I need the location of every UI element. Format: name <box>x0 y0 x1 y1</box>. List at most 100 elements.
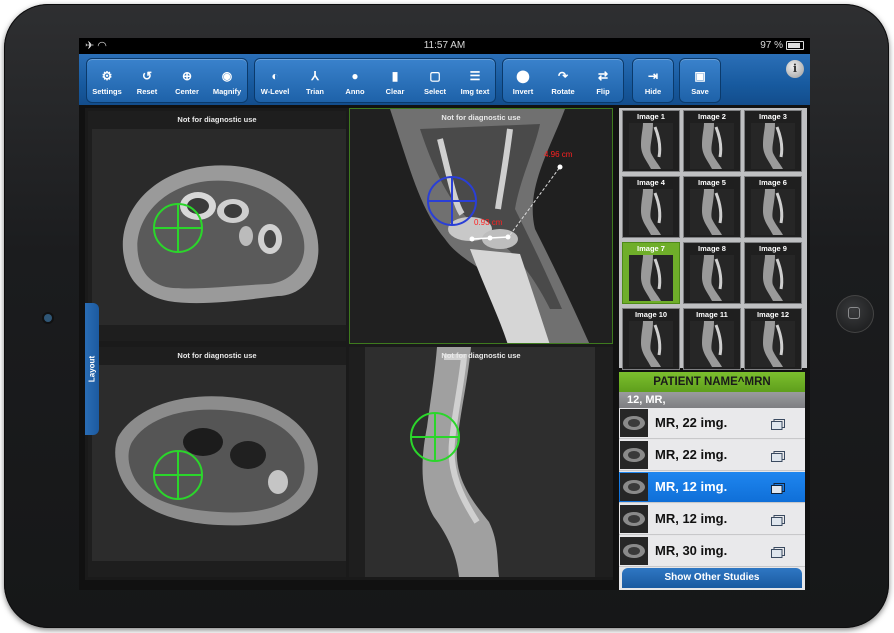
thumbnail-item[interactable]: Image 9 <box>744 242 802 304</box>
thumbnail-item[interactable]: Image 5 <box>683 176 741 238</box>
thumbnail-image <box>751 321 795 367</box>
home-square-icon <box>848 307 860 319</box>
info-button[interactable]: i <box>786 60 804 78</box>
battery-status: 97 % <box>760 40 804 51</box>
study-thumbnail <box>620 505 648 533</box>
thumbnail-item[interactable]: Image 6 <box>744 176 802 238</box>
study-row[interactable]: MR, 22 img. <box>619 408 805 439</box>
thumbnail-label: Image 4 <box>637 178 665 187</box>
invert-button[interactable]: ⬤ Invert <box>503 59 543 102</box>
study-label: MR, 12 img. <box>655 511 728 526</box>
thumbnail-label: Image 1 <box>637 112 665 121</box>
select-square-icon: ▢ <box>429 69 441 83</box>
thumbnail-label: Image 8 <box>698 244 726 253</box>
image-viewer: Not for diagnostic use Not for diagnosti… <box>85 108 613 580</box>
viewport-label: Not for diagnostic use <box>177 351 257 360</box>
viewport-label: Not for diagnostic use <box>441 351 521 360</box>
speech-bubble-icon: ● <box>351 69 359 83</box>
measurement-label-long: 4.96 cm <box>544 150 573 159</box>
thumbnail-image <box>629 255 673 301</box>
thumbnail-label: Image 5 <box>698 178 726 187</box>
thumbnail-label: Image 3 <box>759 112 787 121</box>
series-stack-icon[interactable] <box>771 545 785 558</box>
thumbnail-label: Image 10 <box>634 310 668 319</box>
thumbnail-image <box>690 123 734 169</box>
thumbnail-label: Image 6 <box>759 178 787 187</box>
show-other-studies-button[interactable]: Show Other Studies <box>622 568 802 588</box>
series-stack-icon[interactable] <box>771 417 785 430</box>
thumbnail-item[interactable]: Image 7 <box>622 242 680 304</box>
thumbnail-label: Image 2 <box>698 112 726 121</box>
thumbnail-image <box>751 255 795 301</box>
center-button[interactable]: ⊕ Center <box>167 59 207 102</box>
studies-panel: PATIENT NAME^MRN 12, MR, MR, 22 img. MR, … <box>619 372 805 590</box>
thumbnail-item[interactable]: Image 4 <box>622 176 680 238</box>
thumbnail-item[interactable]: Image 10 <box>622 308 680 370</box>
thumbnail-item[interactable]: Image 2 <box>683 110 741 172</box>
front-camera <box>44 314 52 322</box>
series-stack-icon[interactable] <box>771 513 785 526</box>
thumbnail-item[interactable]: Image 11 <box>683 308 741 370</box>
axial-mri-image-2 <box>92 365 346 561</box>
thumbnail-item[interactable]: Image 8 <box>683 242 741 304</box>
thumbnail-grid: Image 1 Image 2 Image 3 Image 4 Image 5 Image… <box>619 108 807 370</box>
viewport-4[interactable]: Not for diagnostic use <box>349 347 613 577</box>
trash-icon: ▮ <box>391 69 399 83</box>
thumbnail-image <box>751 123 795 169</box>
layout-tab[interactable]: Layout <box>85 303 99 435</box>
study-thumbnail <box>620 409 648 437</box>
magnify-button[interactable]: ◉ Magnify <box>207 59 247 102</box>
save-button[interactable]: ▣ Save <box>680 59 720 102</box>
flip-button[interactable]: ⇄ Flip <box>583 59 623 102</box>
home-button[interactable] <box>836 295 874 333</box>
study-label: MR, 30 img. <box>655 543 728 558</box>
eye-icon: ◉ <box>221 69 233 83</box>
trian-button[interactable]: ⅄ Trian <box>295 59 335 102</box>
viewport-2-active[interactable]: Not for diagnostic use 4.96 cm 0.93 cm <box>349 108 613 344</box>
thumbnail-item[interactable]: Image 3 <box>744 110 802 172</box>
thumbnail-label: Image 12 <box>756 310 790 319</box>
thumbnail-item[interactable]: Image 12 <box>744 308 802 370</box>
select-button[interactable]: ▢ Select <box>415 59 455 102</box>
toolbar-group-transform: ⬤ Invert ↷ Rotate ⇄ Flip <box>502 58 624 103</box>
hide-button[interactable]: ⇥ Hide <box>633 59 673 102</box>
viewport-3[interactable]: Not for diagnostic use <box>88 347 346 577</box>
series-stack-icon[interactable] <box>771 449 785 462</box>
app-screen: ✈ ◠ 11:57 AM 97 % ⚙ Settings ↺ Reset ⊕ Center… <box>79 38 810 590</box>
study-label: MR, 22 img. <box>655 447 728 462</box>
rotate-button[interactable]: ↷ Rotate <box>543 59 583 102</box>
study-row[interactable]: MR, 12 img. <box>619 472 805 503</box>
thumbnail-label: Image 9 <box>759 244 787 253</box>
hide-arrow-icon: ⇥ <box>647 69 659 83</box>
status-time: 11:57 AM <box>423 40 466 51</box>
contrast-icon: ◐ <box>271 69 279 83</box>
viewport-label: Not for diagnostic use <box>177 115 257 124</box>
img-text-button[interactable]: ☰ Img text <box>455 59 495 102</box>
study-thumbnail <box>620 473 648 501</box>
settings-button[interactable]: ⚙ Settings <box>87 59 127 102</box>
study-subheader: 12, MR, <box>619 392 805 408</box>
triangulate-icon: ⅄ <box>311 69 319 83</box>
anno-button[interactable]: ● Anno <box>335 59 375 102</box>
w-level-button[interactable]: ◐ W-Level <box>255 59 295 102</box>
sagittal-mri-image <box>365 347 595 577</box>
reset-icon: ↺ <box>141 69 153 83</box>
study-row[interactable]: MR, 12 img. <box>619 504 805 535</box>
viewport-label: Not for diagnostic use <box>441 113 521 122</box>
viewport-1[interactable]: Not for diagnostic use <box>88 111 346 341</box>
thumbnail-item[interactable]: Image 1 <box>622 110 680 172</box>
study-row[interactable]: MR, 22 img. <box>619 440 805 471</box>
study-thumbnail <box>620 537 648 565</box>
flip-icon: ⇄ <box>597 69 609 83</box>
study-thumbnail <box>620 441 648 469</box>
study-row[interactable]: MR, 30 img. <box>619 536 805 567</box>
rotate-icon: ↷ <box>557 69 569 83</box>
reset-button[interactable]: ↺ Reset <box>127 59 167 102</box>
gear-icon: ⚙ <box>101 69 113 83</box>
thumbnail-image <box>629 123 673 169</box>
coronal-mri-image: 4.96 cm 0.93 cm <box>350 109 612 343</box>
toolbar-group-save: ▣ Save <box>679 58 721 103</box>
clear-button[interactable]: ▮ Clear <box>375 59 415 102</box>
series-stack-icon[interactable] <box>771 481 785 494</box>
invert-icon: ⬤ <box>516 69 530 83</box>
